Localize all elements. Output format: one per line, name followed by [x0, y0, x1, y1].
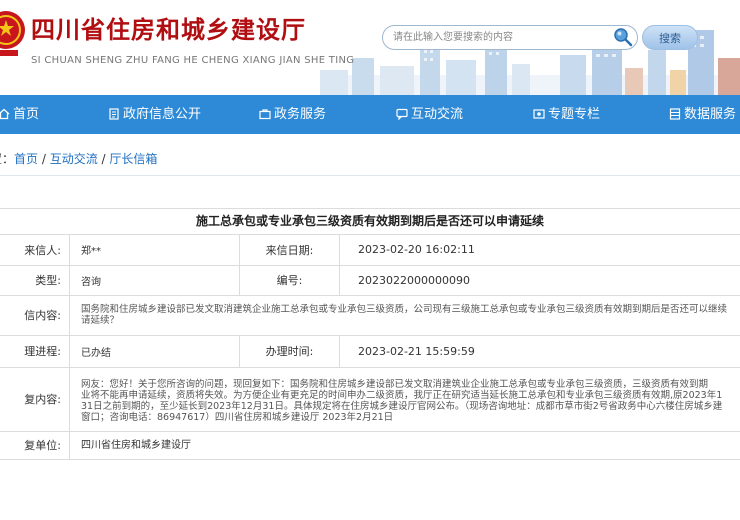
main-navigation: 首页 政府信息公开 政务服务 互动交流 专题专栏 数据服务: [0, 95, 740, 134]
table-row: 复内容: 网友：您好！关于您所咨询的问题，现回复如下：国务院和住房城乡建设部已发…: [0, 367, 740, 432]
table-row: 来信人: 郑** 来信日期: 2023-02-20 16:02:11: [0, 234, 740, 266]
search-button[interactable]: 搜索: [642, 25, 698, 50]
sender-label: 来信人:: [24, 243, 61, 257]
nav-label: 专题专栏: [548, 107, 601, 122]
nav-label: 政府信息公开: [123, 107, 202, 122]
nav-item-gov-services[interactable]: 政务服务: [259, 95, 339, 134]
letter-detail-table: 施工总承包或专业承包三级资质有效期到期后是否还可以申请延续 来信人: 郑** 来…: [0, 208, 740, 460]
reply-label-cell: 复内容:: [0, 367, 70, 431]
nav-label: 首页: [13, 107, 40, 122]
breadcrumb: 置：首页 / 互动交流 / 厅长信箱: [0, 150, 157, 167]
briefcase-icon: [259, 109, 271, 120]
sender-label-cell: 来信人:: [0, 234, 70, 265]
nav-item-data-services[interactable]: 数据服务: [669, 95, 740, 134]
nav-item-gov-info[interactable]: 政府信息公开: [108, 95, 208, 134]
star-icon: [533, 109, 545, 119]
home-icon: [0, 108, 10, 120]
breadcrumb-divider: [0, 175, 740, 176]
type-label-cell: 类型:: [0, 265, 70, 295]
date-value: 2023-02-20 16:02:11: [358, 243, 475, 256]
handle-time-value: 2023-02-21 15:59:59: [358, 344, 475, 358]
nav-item-home[interactable]: 首页: [0, 95, 58, 134]
magnifier-icon[interactable]: [613, 27, 633, 47]
process-label: 理进程:: [24, 345, 61, 358]
date-label: 来信日期:: [240, 234, 340, 265]
number-label: 编号:: [240, 265, 340, 295]
breadcrumb-interaction-link[interactable]: 互动交流: [50, 152, 98, 166]
site-header: 四川省住房和城乡建设厅 SI CHUAN SHENG ZHU FANG HE C…: [0, 0, 740, 95]
nav-item-interaction[interactable]: 互动交流: [396, 95, 476, 134]
search-box: [382, 25, 638, 50]
nav-item-topics[interactable]: 专题专栏: [533, 95, 613, 134]
content-label-cell: 信内容:: [0, 295, 70, 335]
unit-label: 复单位:: [24, 439, 61, 452]
breadcrumb-separator: /: [97, 152, 110, 166]
database-icon: [669, 108, 681, 120]
national-emblem-icon: [0, 11, 25, 56]
breadcrumb-prefix: 置：: [0, 152, 15, 166]
nav-label: 互动交流: [411, 107, 464, 122]
table-row: 信内容: 国务院和住房城乡建设部已发文取消建筑企业施工总承包或专业承包三级资质，…: [0, 295, 740, 336]
reply-label: 复内容:: [24, 393, 61, 406]
handle-time-label: 办理时间:: [240, 335, 340, 367]
breadcrumb-mailbox-link[interactable]: 厅长信箱: [109, 152, 157, 166]
nav-label: 政务服务: [274, 107, 327, 122]
table-row: 复单位: 四川省住房和城乡建设厅: [0, 431, 740, 460]
process-value: 已办结: [70, 335, 240, 367]
type-label: 类型:: [35, 274, 61, 287]
nav-label: 数据服务: [684, 107, 737, 122]
search-input[interactable]: [393, 26, 613, 49]
number-value: 2023022000000090: [358, 273, 470, 287]
site-title: 四川省住房和城乡建设厅: [31, 15, 306, 44]
table-row: 理进程: 已办结 办理时间: 2023-02-21 15:59:59: [0, 335, 740, 368]
sender-value: 郑**: [70, 234, 240, 265]
content-label: 信内容:: [24, 309, 61, 322]
table-row: 类型: 咨询 编号: 2023022000000090: [0, 265, 740, 296]
breadcrumb-separator: /: [38, 152, 50, 166]
reply-value: 网友：您好！关于您所咨询的问题，现回复如下：国务院和住房城乡建设部已发文取消建筑…: [81, 379, 723, 423]
chat-icon: [396, 108, 408, 120]
document-icon: [109, 108, 119, 120]
unit-label-cell: 复单位:: [0, 431, 70, 459]
process-label-cell: 理进程:: [0, 335, 70, 367]
unit-value: 四川省住房和城乡建设厅: [81, 439, 191, 451]
content-value: 国务院和住房城乡建设部已发文取消建筑企业施工总承包或专业承包三级资质，公司现有三…: [81, 304, 728, 326]
site-pinyin-subtitle: SI CHUAN SHENG ZHU FANG HE CHENG XIANG J…: [31, 55, 355, 66]
breadcrumb-home-link[interactable]: 首页: [14, 152, 38, 166]
letter-title: 施工总承包或专业承包三级资质有效期到期后是否还可以申请延续: [0, 209, 740, 235]
type-value: 咨询: [70, 265, 240, 295]
